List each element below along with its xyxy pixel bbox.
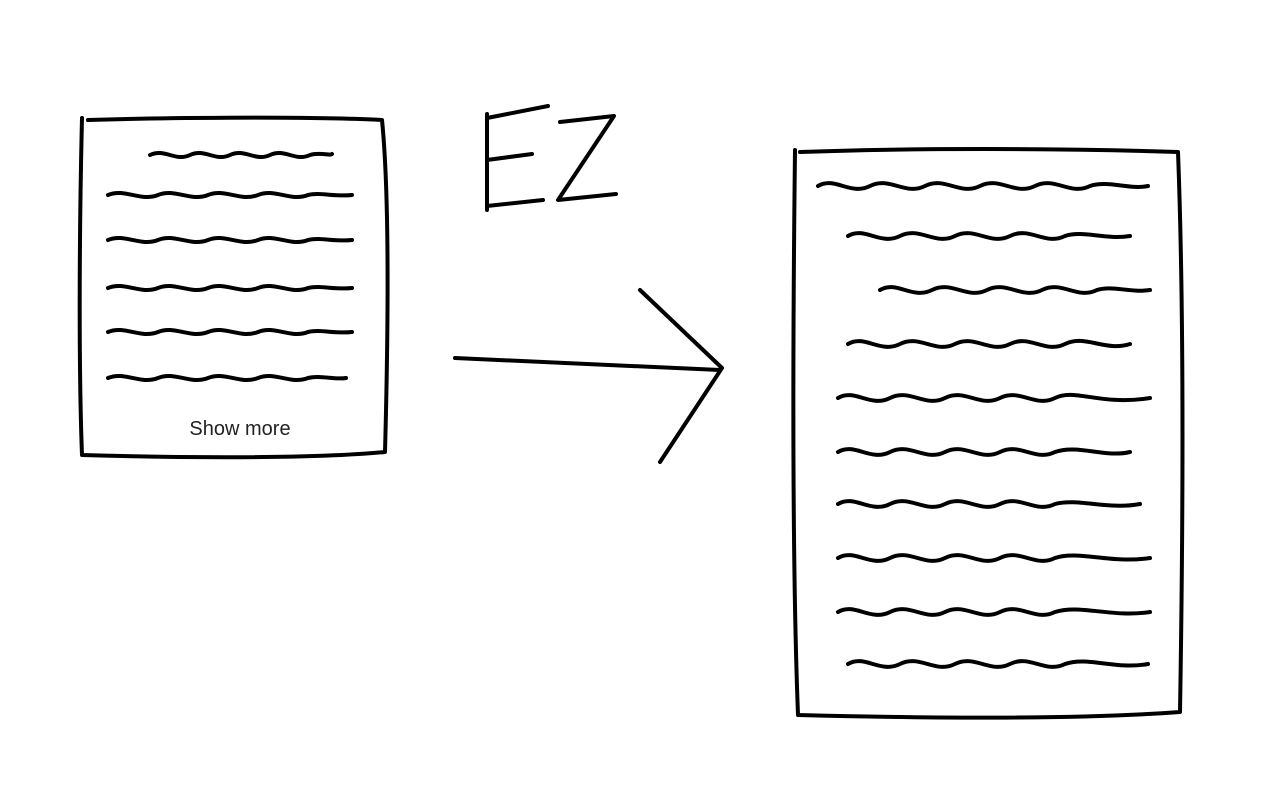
collapsed-card <box>0 0 1280 800</box>
arrow-icon <box>0 0 1280 800</box>
ez-annotation-icon <box>0 0 1280 800</box>
expanded-card <box>0 0 1280 800</box>
show-more-link[interactable]: Show more <box>160 418 320 441</box>
diagram-canvas: Show more <box>0 0 1280 800</box>
